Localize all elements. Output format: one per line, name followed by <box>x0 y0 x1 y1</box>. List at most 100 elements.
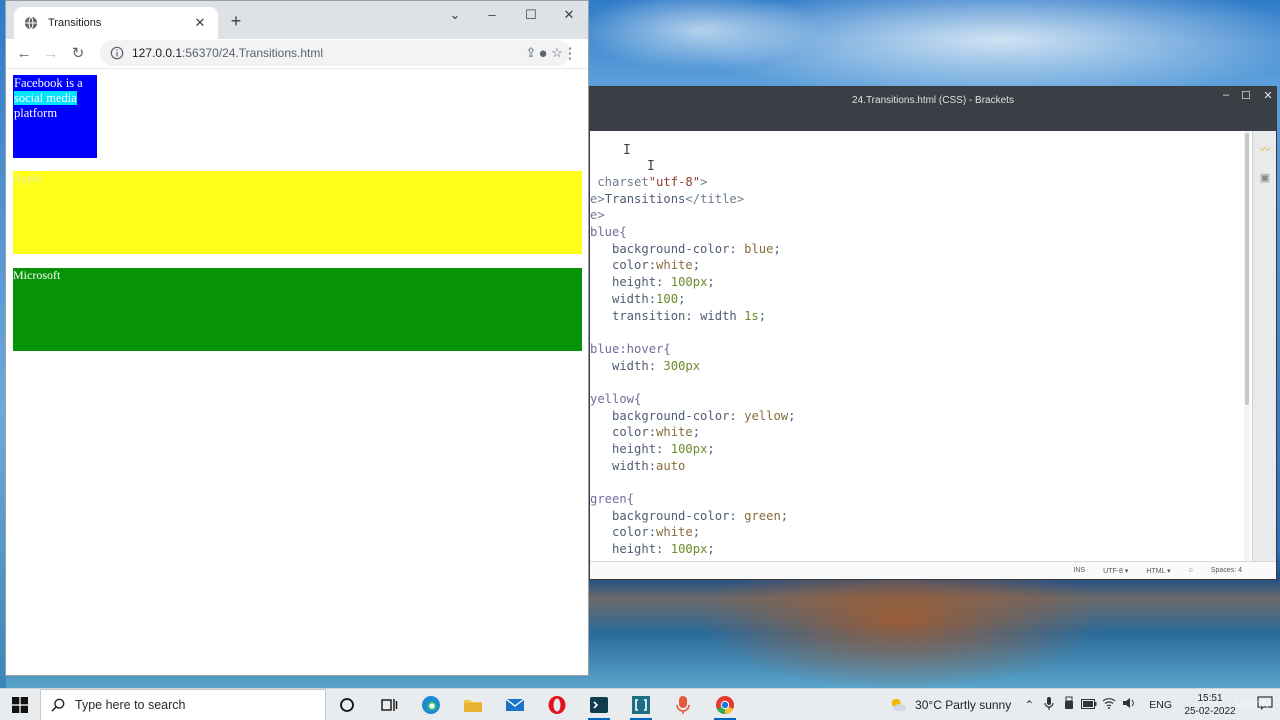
opera-icon[interactable] <box>536 689 578 720</box>
code-token: : <box>656 542 671 557</box>
input-language[interactable]: ENG <box>1149 699 1172 711</box>
voice-recorder-icon[interactable] <box>662 689 704 720</box>
brackets-app-icon[interactable] <box>620 689 662 720</box>
code-token: color <box>590 525 649 540</box>
back-button[interactable]: ← <box>14 44 34 64</box>
code-token: blue:hover{ <box>590 341 671 356</box>
code-line[interactable]: blue{ <box>590 224 795 241</box>
url-text[interactable]: 127.0.0.1:56370/24.Transitions.html <box>132 46 518 60</box>
insert-mode[interactable]: INS <box>1073 567 1085 574</box>
code-token: ; <box>773 241 781 256</box>
edge-icon[interactable] <box>410 689 452 720</box>
web-page: Facebook is a social media platform Appl… <box>6 69 588 675</box>
weather-sun-icon <box>891 698 907 711</box>
code-line[interactable] <box>590 374 795 391</box>
chrome-menu-icon[interactable]: ⋮ <box>560 44 580 64</box>
volume-icon[interactable] <box>1119 697 1139 712</box>
brackets-close-button[interactable]: ✕ <box>1258 89 1278 102</box>
mouse-ibeam-cursor: I <box>623 143 631 158</box>
code-token: ; <box>678 291 686 306</box>
code-line[interactable]: height: 100px; <box>590 441 795 458</box>
code-token: blue{ <box>590 225 627 240</box>
code-token: 100px <box>670 542 708 557</box>
code-token: ; <box>788 408 796 423</box>
code-token: width <box>590 291 649 306</box>
brackets-maximize-button[interactable]: ☐ <box>1236 89 1256 102</box>
yellow-box[interactable]: Apple <box>13 171 582 254</box>
indent-setting[interactable]: Spaces: 4 <box>1211 567 1242 574</box>
microphone-icon[interactable] <box>1039 696 1059 713</box>
tab-transitions[interactable]: Transitions ✕ <box>14 7 218 39</box>
code-token: ; <box>780 508 789 523</box>
code-lines[interactable]: charset"utf-8"> e>Transitions</title> e> bl… <box>590 174 795 558</box>
code-line[interactable]: width:auto <box>590 458 795 475</box>
language-select[interactable]: HTML ▾ <box>1146 567 1170 575</box>
address-bar[interactable]: 127.0.0.1:56370/24.Transitions.html ⇪ ☆ <box>100 40 570 66</box>
code-token: yellow <box>744 408 789 423</box>
code-token: : <box>729 408 745 423</box>
code-line[interactable]: color:white; <box>590 257 795 274</box>
tab-close-icon[interactable]: ✕ <box>192 15 208 31</box>
minimize-button[interactable]: – <box>477 5 507 25</box>
chrome-icon[interactable] <box>704 689 746 720</box>
blue-box-text-1: Facebook is a <box>14 76 83 90</box>
code-line[interactable]: e>Transitions</title> <box>590 191 795 208</box>
code-line[interactable]: green{ <box>590 491 795 508</box>
code-line[interactable]: width: 300px <box>590 358 795 375</box>
code-line[interactable]: color:white; <box>590 524 795 541</box>
code-line[interactable] <box>590 324 795 341</box>
usb-icon[interactable] <box>1059 696 1079 713</box>
code-editor[interactable]: charset"utf-8"> e>Transitions</title> e> bl… <box>590 131 1252 563</box>
code-line[interactable]: background-color: green; <box>590 508 795 525</box>
brackets-minimize-button[interactable]: – <box>1216 89 1236 101</box>
code-line[interactable]: color:white; <box>590 424 795 441</box>
blue-box[interactable]: Facebook is a social media platform <box>13 75 97 158</box>
battery-icon[interactable] <box>1079 698 1099 712</box>
editor-scrollbar[interactable] <box>1244 131 1250 563</box>
encoding-select[interactable]: UTF-8 ▾ <box>1103 567 1128 575</box>
code-line[interactable]: width:100; <box>590 291 795 308</box>
green-box-text: Microsoft <box>13 268 61 282</box>
show-hidden-icons-icon[interactable]: ⌃ <box>1019 698 1039 712</box>
code-line[interactable]: e> <box>590 207 795 224</box>
code-line[interactable] <box>590 474 795 491</box>
code-token: : <box>656 442 671 456</box>
code-line[interactable]: yellow{ <box>590 391 795 408</box>
extension-manager-icon[interactable]: ▣ <box>1253 171 1277 191</box>
code-line[interactable]: height: 100px; <box>590 541 795 558</box>
code-line[interactable]: height: 100px; <box>590 274 795 291</box>
code-line[interactable]: transition: width 1s; <box>590 308 795 325</box>
blue-box-selected-text: social media <box>14 91 77 105</box>
maximize-button[interactable]: ☐ <box>516 5 546 25</box>
close-button[interactable]: ✕ <box>554 5 584 25</box>
code-token: : <box>648 258 657 273</box>
code-token: green <box>744 508 781 523</box>
info-icon[interactable] <box>110 46 124 60</box>
taskbar-search-box[interactable]: Type here to search <box>40 688 326 720</box>
browser-toolbar: ← → ↻ 127.0.0.1:56370/24.Transitions.htm… <box>6 39 588 69</box>
code-line[interactable]: background-color: blue; <box>590 241 795 258</box>
code-line[interactable]: background-color: yellow; <box>590 408 795 425</box>
reload-button[interactable]: ↻ <box>68 44 88 64</box>
tab-search-icon[interactable]: ⌄ <box>440 5 470 25</box>
task-view-icon[interactable] <box>368 689 410 720</box>
live-preview-icon[interactable]: 〰 <box>1253 141 1277 161</box>
clock[interactable]: 15:51 25-02-2022 <box>1182 692 1238 718</box>
cortana-icon[interactable] <box>326 689 368 720</box>
code-token: ; <box>707 442 715 456</box>
start-button[interactable] <box>0 689 40 720</box>
forward-button[interactable]: → <box>41 44 61 64</box>
green-box[interactable]: Microsoft <box>13 268 582 351</box>
file-explorer-icon[interactable] <box>452 689 494 720</box>
wifi-icon[interactable] <box>1099 697 1119 712</box>
code-line[interactable]: blue:hover{ <box>590 341 795 358</box>
code-line[interactable]: charset"utf-8"> <box>590 174 795 191</box>
weather-widget[interactable]: 30°C Partly sunny <box>889 696 1011 714</box>
new-tab-button[interactable]: + <box>226 11 246 31</box>
mail-icon[interactable] <box>494 689 536 720</box>
code-token: height <box>590 442 657 456</box>
code-token: white <box>656 425 693 440</box>
scrollbar-thumb[interactable] <box>1245 133 1249 405</box>
profile-icon[interactable]: ● <box>533 44 553 64</box>
terminal-icon[interactable] <box>578 689 620 720</box>
